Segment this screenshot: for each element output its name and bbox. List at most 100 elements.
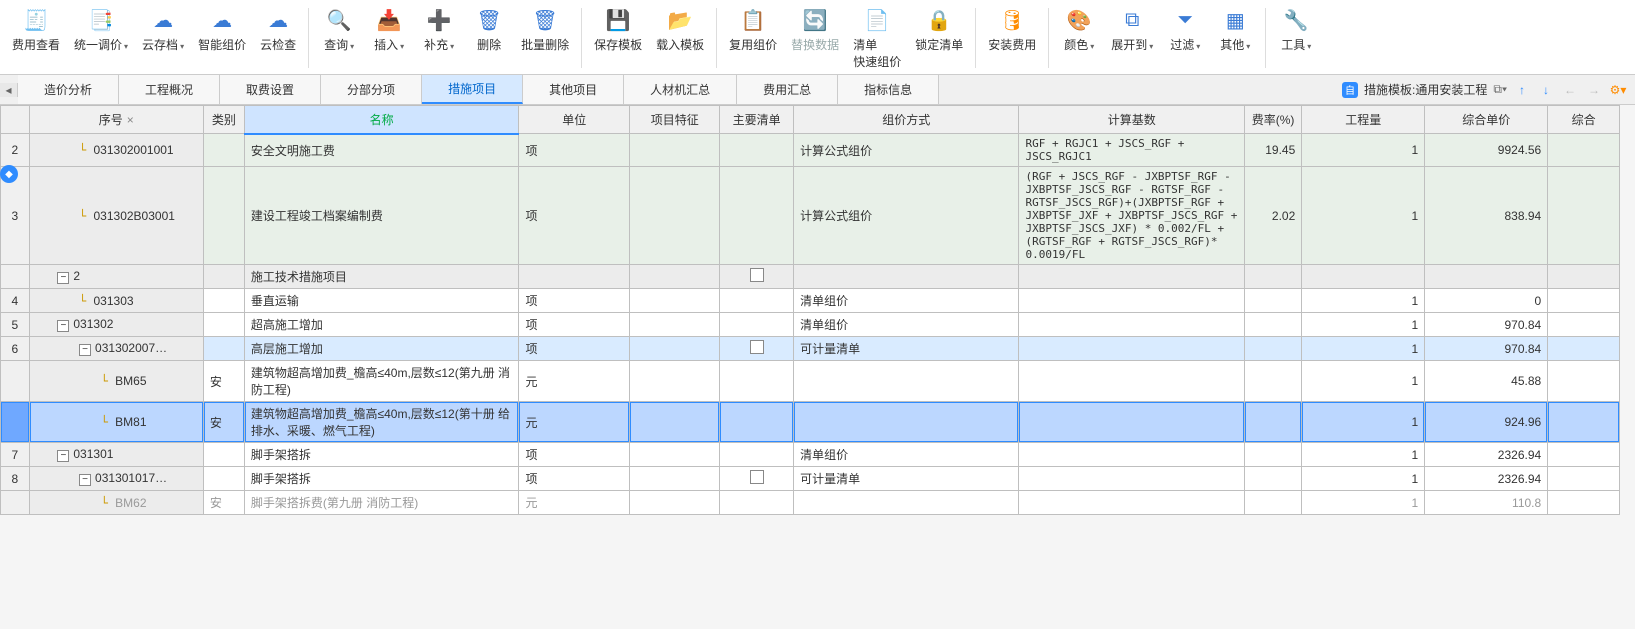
cell-qty[interactable]: 1	[1302, 134, 1425, 167]
cell-total[interactable]	[1548, 289, 1620, 313]
insert-button[interactable]: 📥插入	[365, 4, 413, 55]
cell-base[interactable]	[1019, 289, 1244, 313]
cell-qty[interactable]: 1	[1302, 313, 1425, 337]
unify-price-button[interactable]: 📑统一调价	[68, 4, 134, 55]
tree-toggle-icon[interactable]: −	[57, 272, 69, 284]
cell-mode[interactable]	[794, 402, 1019, 443]
cell-cat[interactable]	[203, 167, 244, 265]
cell-unit[interactable]: 元	[519, 361, 630, 402]
cell-main[interactable]	[720, 361, 794, 402]
tree-toggle-icon[interactable]: −	[79, 344, 91, 356]
cell-total[interactable]	[1548, 491, 1620, 515]
cell-rate[interactable]	[1244, 361, 1301, 402]
table-row[interactable]: 8 −031301017…脚手架搭拆项可计量清单12326.94	[1, 467, 1620, 491]
cell-unit[interactable]: 项	[519, 134, 630, 167]
delete-button[interactable]: 🗑删除	[465, 4, 513, 55]
cell-main[interactable]	[720, 337, 794, 361]
cell-name[interactable]: 脚手架搭拆费(第九册 消防工程)	[244, 491, 519, 515]
cell-rownum[interactable]	[1, 265, 30, 289]
template-dropdown-icon[interactable]: ⧉▾	[1493, 82, 1507, 97]
cell-cat[interactable]	[203, 443, 244, 467]
cell-main[interactable]	[720, 167, 794, 265]
col-rate[interactable]: 费率(%)	[1244, 106, 1301, 134]
tab-measure[interactable]: 措施项目	[422, 75, 523, 104]
cell-main[interactable]	[720, 289, 794, 313]
cell-name[interactable]: 垂直运输	[244, 289, 519, 313]
cell-mode[interactable]	[794, 361, 1019, 402]
cell-base[interactable]: (RGF + JSCS_RGF - JXBPTSF_RGF - JXBPTSF_…	[1019, 167, 1244, 265]
cell-mode[interactable]: 计算公式组价	[794, 167, 1019, 265]
cell-name[interactable]: 脚手架搭拆	[244, 467, 519, 491]
cell-rownum[interactable]: 6	[1, 337, 30, 361]
cell-mode[interactable]: 清单组价	[794, 443, 1019, 467]
cell-seq[interactable]: −031301	[29, 443, 203, 467]
install-fee-button[interactable]: 🛢安装费用	[982, 4, 1042, 55]
cell-cat[interactable]: 安	[203, 402, 244, 443]
cell-unit[interactable]: 项	[519, 313, 630, 337]
col-qty[interactable]: 工程量	[1302, 106, 1425, 134]
cell-feat[interactable]	[630, 313, 720, 337]
tab-labor-summary[interactable]: 人材机汇总	[624, 75, 737, 104]
table-row[interactable]: 7 −031301脚手架搭拆项清单组价12326.94	[1, 443, 1620, 467]
side-badge-icon[interactable]: ◆	[0, 165, 18, 183]
cell-price[interactable]: 45.88	[1425, 361, 1548, 402]
cell-unit[interactable]: 元	[519, 402, 630, 443]
cell-name[interactable]: 安全文明施工费	[244, 134, 519, 167]
col-seq[interactable]: 序号×	[29, 106, 203, 134]
cell-feat[interactable]	[630, 265, 720, 289]
col-mode[interactable]: 组价方式	[794, 106, 1019, 134]
grid-container[interactable]: ◆ 序号× 类别 名称 单位 项目特征 主要清单 组价方式 计算基数 费率(%)…	[0, 105, 1635, 624]
checkbox[interactable]	[750, 470, 764, 484]
col-rownum[interactable]	[1, 106, 30, 134]
cloud-check-button[interactable]: ☁云检查	[254, 4, 302, 55]
fee-view-button[interactable]: 🧾费用查看	[6, 4, 66, 55]
batch-delete-button[interactable]: 🗑批量删除	[515, 4, 575, 55]
cell-rownum[interactable]	[1, 402, 30, 443]
cell-seq[interactable]: └ BM65	[29, 361, 203, 402]
lock-list-button[interactable]: 🔒锁定清单	[909, 4, 969, 55]
cell-qty[interactable]: 1	[1302, 402, 1425, 443]
cell-mode[interactable]	[794, 491, 1019, 515]
cell-rownum[interactable]: 7	[1, 443, 30, 467]
cell-qty[interactable]	[1302, 265, 1425, 289]
cell-rownum[interactable]	[1, 361, 30, 402]
replace-data-button[interactable]: 🔄替换数据	[785, 4, 845, 55]
cell-name[interactable]: 施工技术措施项目	[244, 265, 519, 289]
cell-main[interactable]	[720, 265, 794, 289]
col-base[interactable]: 计算基数	[1019, 106, 1244, 134]
cell-mode[interactable]: 计算公式组价	[794, 134, 1019, 167]
cell-feat[interactable]	[630, 337, 720, 361]
cell-rate[interactable]	[1244, 467, 1301, 491]
cell-seq[interactable]: └ 031302B03001	[29, 167, 203, 265]
other-button[interactable]: ▦其他	[1211, 4, 1259, 55]
nav-prev-icon[interactable]: ←	[1561, 81, 1579, 99]
cell-qty[interactable]: 1	[1302, 361, 1425, 402]
cell-qty[interactable]: 1	[1302, 167, 1425, 265]
collapse-handle[interactable]: ◂	[0, 83, 18, 97]
cell-mode[interactable]: 可计量清单	[794, 467, 1019, 491]
cell-mode[interactable]	[794, 265, 1019, 289]
cell-price[interactable]: 970.84	[1425, 313, 1548, 337]
cell-feat[interactable]	[630, 443, 720, 467]
cell-rownum[interactable]	[1, 491, 30, 515]
cell-rate[interactable]	[1244, 337, 1301, 361]
cell-cat[interactable]	[203, 134, 244, 167]
cell-cat[interactable]: 安	[203, 491, 244, 515]
cell-unit[interactable]: 项	[519, 337, 630, 361]
load-tpl-button[interactable]: 📂载入模板	[650, 4, 710, 55]
cell-rate[interactable]: 19.45	[1244, 134, 1301, 167]
cell-total[interactable]	[1548, 402, 1620, 443]
cell-base[interactable]	[1019, 361, 1244, 402]
table-row[interactable]: 4 └ 031303垂直运输项清单组价10	[1, 289, 1620, 313]
smart-price-button[interactable]: ☁智能组价	[192, 4, 252, 55]
cell-feat[interactable]	[630, 402, 720, 443]
cell-rate[interactable]	[1244, 402, 1301, 443]
col-main[interactable]: 主要清单	[720, 106, 794, 134]
cell-main[interactable]	[720, 443, 794, 467]
cell-base[interactable]	[1019, 443, 1244, 467]
cell-name[interactable]: 脚手架搭拆	[244, 443, 519, 467]
cell-unit[interactable]: 项	[519, 443, 630, 467]
cell-unit[interactable]: 元	[519, 491, 630, 515]
table-row[interactable]: └ BM62安脚手架搭拆费(第九册 消防工程)元1110.8	[1, 491, 1620, 515]
col-cat[interactable]: 类别	[203, 106, 244, 134]
